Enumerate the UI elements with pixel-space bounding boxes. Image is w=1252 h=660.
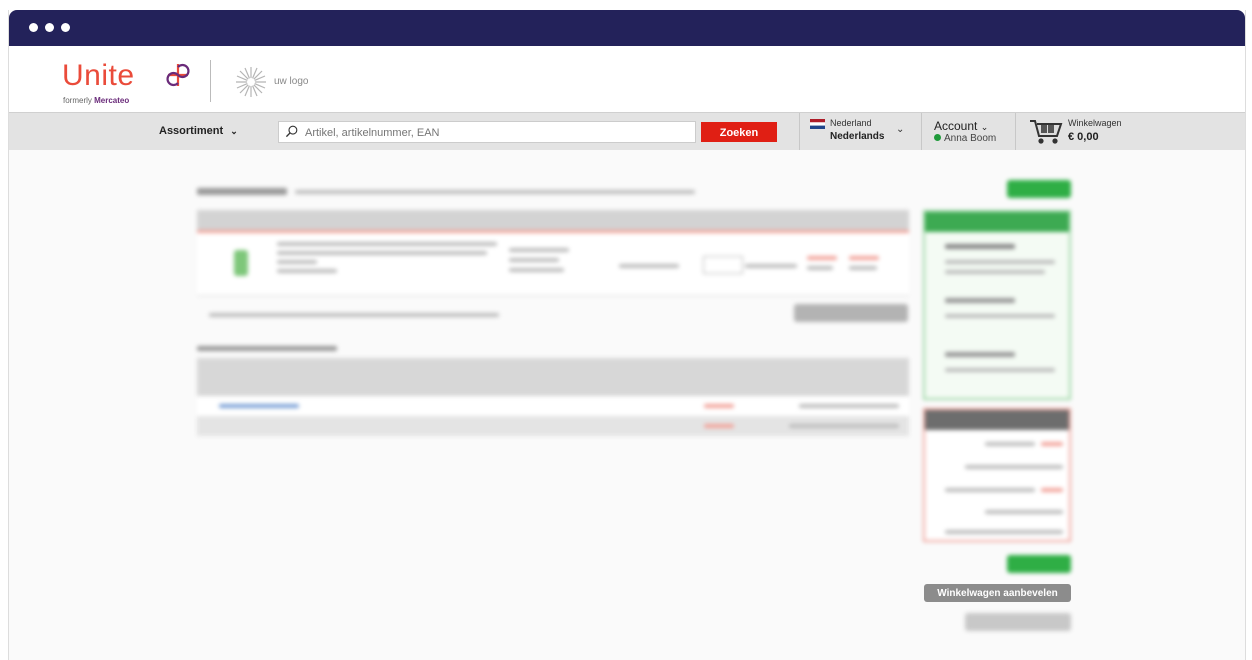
supplier-value — [704, 404, 734, 408]
overview-line — [945, 530, 1063, 534]
language-label[interactable]: Nederlands — [830, 131, 884, 142]
brand-logo-text[interactable]: Unite — [62, 59, 135, 93]
article-desc-line — [277, 242, 497, 246]
supplier-table-header — [197, 358, 909, 396]
search-input[interactable] — [303, 124, 687, 142]
overview-line — [985, 442, 1035, 446]
overview-line — [985, 510, 1063, 514]
navbar-separator — [921, 113, 922, 150]
shipping-option-1[interactable] — [945, 244, 1015, 249]
article-manufacturer — [509, 268, 564, 272]
supplier-values — [799, 404, 899, 408]
unite-brand-mark-icon[interactable] — [165, 62, 191, 88]
cart-label[interactable]: Winkelwagen — [1068, 118, 1122, 128]
shopping-cart-icon[interactable] — [1028, 116, 1064, 146]
burst-logo-icon — [236, 67, 266, 97]
page-content: Winkelwagen aanbevelen — [9, 150, 1245, 660]
article-desc-line — [277, 251, 487, 255]
article-delivery — [619, 264, 679, 268]
optimize-hint — [209, 313, 499, 317]
navbar-separator — [799, 113, 800, 150]
window-dot-1[interactable] — [29, 23, 38, 32]
main-navbar: Assortiment ⌄ Zoeken Nederland Nederland… — [9, 112, 1245, 151]
search-button[interactable]: Zoeken — [701, 122, 777, 142]
supplier-total-value — [704, 424, 734, 428]
account-label: Account — [934, 119, 978, 133]
optimize-button[interactable] — [794, 304, 908, 322]
shipping-options-panel[interactable] — [923, 210, 1071, 400]
cart-note-placeholder — [295, 190, 695, 194]
article-image-placeholder — [234, 250, 248, 276]
supplier-total-values — [789, 424, 899, 428]
article-unit — [745, 264, 797, 268]
user-status: Anna Boom — [934, 133, 996, 144]
article-manufacturer — [509, 248, 569, 252]
assortment-menu[interactable]: Assortiment ⌄ — [159, 125, 238, 137]
overview-panel — [923, 408, 1071, 542]
logo-divider — [210, 60, 211, 102]
overview-value — [1041, 488, 1063, 492]
supplier-breakdown-title — [197, 346, 337, 351]
window-titlebar — [9, 10, 1245, 46]
article-total — [849, 266, 877, 270]
window-dot-2[interactable] — [45, 23, 54, 32]
browser-window: Unite formerly Mercateo uw logo Assortim… — [8, 10, 1246, 660]
article-price — [807, 266, 833, 270]
article-total — [849, 256, 879, 260]
site-header: Unite formerly Mercateo uw logo — [9, 46, 1245, 112]
chevron-down-icon[interactable]: ⌄ — [896, 124, 904, 135]
country-label[interactable]: Nederland — [830, 118, 872, 128]
recommend-cart-button[interactable]: Winkelwagen aanbevelen — [924, 584, 1071, 602]
article-manufacturer — [509, 258, 559, 262]
shipping-option-2[interactable] — [945, 298, 1015, 303]
overview-header — [925, 410, 1069, 430]
search-icon — [285, 125, 298, 138]
shipping-option-1-detail — [945, 270, 1045, 274]
user-name: Anna Boom — [944, 133, 997, 144]
chevron-down-icon: ⌄ — [230, 126, 238, 136]
order-button-top[interactable] — [1007, 180, 1071, 198]
cart-total[interactable]: € 0,00 — [1068, 131, 1099, 143]
partner-logo-text: uw logo — [274, 76, 309, 87]
article-desc-line — [277, 260, 317, 264]
articles-table-header — [197, 210, 909, 230]
brand-formerly-prefix: formerly — [63, 96, 92, 105]
assortment-label: Assortiment — [159, 125, 224, 137]
article-quantity-input[interactable] — [703, 256, 743, 274]
navbar-separator — [1015, 113, 1016, 150]
brand-formerly-name: Mercateo — [94, 96, 130, 105]
shipping-option-2-detail — [945, 314, 1055, 318]
shipping-option-3[interactable] — [945, 352, 1015, 357]
cart-heading-placeholder — [197, 188, 287, 195]
search-box[interactable] — [278, 121, 696, 143]
secondary-action-button[interactable] — [965, 613, 1071, 631]
shipping-option-3-detail — [945, 368, 1055, 372]
article-desc-line — [277, 269, 337, 273]
shipping-options-header — [925, 212, 1069, 232]
supplier-name-link[interactable] — [219, 404, 299, 408]
account-menu[interactable]: Account ⌄ — [934, 119, 988, 133]
chevron-down-icon: ⌄ — [980, 122, 989, 132]
overview-line — [945, 488, 1035, 492]
order-button-bottom[interactable] — [1007, 555, 1071, 573]
overview-value — [1041, 442, 1063, 446]
overview-line — [965, 465, 1063, 469]
article-price — [807, 256, 837, 260]
shipping-option-1-detail — [945, 260, 1055, 264]
online-status-icon — [934, 134, 941, 141]
window-dot-3[interactable] — [61, 23, 70, 32]
netherlands-flag-icon[interactable] — [810, 119, 825, 129]
brand-formerly: formerly Mercateo — [63, 96, 129, 105]
